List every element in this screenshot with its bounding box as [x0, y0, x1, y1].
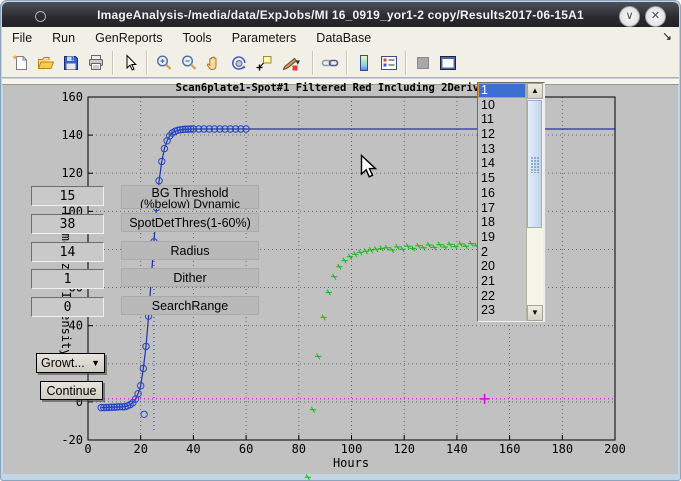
dither-label[interactable]: Dither: [121, 268, 259, 287]
print-icon: [87, 54, 105, 72]
scroll-down-arrow-icon[interactable]: ▼: [527, 305, 543, 321]
listbox-item[interactable]: 16: [478, 186, 526, 201]
disabled-square-icon: [414, 54, 432, 72]
toolbar: ▾: [2, 48, 679, 78]
window-title: ImageAnalysis-/media/data/ExpJobs/MI 16_…: [2, 8, 679, 22]
dock-figure-button[interactable]: [435, 50, 460, 76]
zoom-in-icon: [155, 54, 173, 72]
listbox-item[interactable]: 10: [478, 98, 526, 113]
link-icon: [321, 54, 339, 72]
brush-tool-button[interactable]: ▾: [276, 50, 308, 76]
scrollbar-grip: [531, 157, 540, 173]
spotdetthres-input[interactable]: [31, 214, 104, 234]
listbox-item[interactable]: 15: [478, 171, 526, 186]
pointer-tool-button[interactable]: [117, 50, 142, 76]
dock-figure-icon: [439, 54, 457, 72]
brush-dropdown-caret[interactable]: ▾: [296, 57, 304, 68]
close-button[interactable]: ✕: [645, 6, 666, 27]
data-cursor-button[interactable]: [251, 50, 276, 76]
scroll-up-arrow-icon[interactable]: ▲: [527, 83, 543, 99]
title-bar: ImageAnalysis-/media/data/ExpJobs/MI 16_…: [2, 2, 679, 27]
radius-label[interactable]: Radius: [121, 241, 259, 260]
listbox-items: 110111213141516171819220212223: [478, 83, 526, 321]
zoom-in-button[interactable]: [151, 50, 176, 76]
radius-input[interactable]: [31, 242, 104, 262]
data-cursor-icon: [255, 54, 273, 72]
menu-parameters[interactable]: Parameters: [222, 29, 307, 47]
legend-icon: [380, 54, 398, 72]
spot-listbox: 110111213141516171819220212223 ▲ ▼: [477, 82, 545, 322]
legend-button[interactable]: [376, 50, 401, 76]
searchrange-label-text: SearchRange: [152, 299, 228, 313]
pointer-icon: [121, 54, 139, 72]
listbox-item[interactable]: 23: [478, 303, 526, 318]
scrollbar-track[interactable]: [527, 99, 543, 305]
searchrange-label[interactable]: SearchRange: [121, 296, 259, 315]
open-folder-icon: [37, 54, 55, 72]
bg-threshold-label[interactable]: BG Threshold(%below) Dynamic: [121, 185, 259, 209]
listbox-item[interactable]: 11: [478, 112, 526, 127]
listbox-item[interactable]: 18: [478, 215, 526, 230]
listbox-item[interactable]: 14: [478, 156, 526, 171]
menu-database[interactable]: DataBase: [306, 29, 381, 47]
continue-button[interactable]: Continue: [40, 381, 103, 400]
rotate-3d-icon: [230, 54, 248, 72]
save-icon: [62, 54, 80, 72]
menu-genreports[interactable]: GenReports: [85, 29, 172, 47]
listbox-item[interactable]: 13: [478, 142, 526, 157]
scrollbar-thumb[interactable]: [527, 100, 542, 228]
listbox-item[interactable]: 21: [478, 274, 526, 289]
save-button[interactable]: [58, 50, 83, 76]
listbox-item[interactable]: 19: [478, 230, 526, 245]
colorbar-icon: [355, 54, 373, 72]
spotdetthres-label[interactable]: SpotDetThres(1-60%): [121, 213, 259, 232]
bg-threshold-input[interactable]: [31, 186, 104, 206]
searchrange-input[interactable]: [31, 297, 104, 317]
pan-tool-button[interactable]: [201, 50, 226, 76]
dither-input[interactable]: [31, 269, 104, 289]
rotate-3d-button[interactable]: [226, 50, 251, 76]
window-menu-icon[interactable]: [35, 11, 46, 22]
zoom-out-icon: [180, 54, 198, 72]
new-file-button[interactable]: [8, 50, 33, 76]
link-plots-button[interactable]: [317, 50, 342, 76]
print-button[interactable]: [83, 50, 108, 76]
menu-file[interactable]: File: [2, 29, 42, 47]
radius-label-text: Radius: [171, 244, 210, 258]
undock-arrow-icon[interactable]: ↘: [662, 29, 672, 43]
menu-run[interactable]: Run: [42, 29, 85, 47]
listbox-item[interactable]: 20: [478, 259, 526, 274]
figure-canvas: [3, 85, 678, 474]
bg-threshold-label-line2: (%below) Dynamic: [122, 198, 258, 209]
growth-dropdown-label: Growt...: [41, 356, 85, 370]
listbox-item[interactable]: 1: [478, 83, 526, 98]
menu-tools[interactable]: Tools: [173, 29, 222, 47]
growth-dropdown[interactable]: Growt... ▼: [36, 353, 105, 373]
listbox-item[interactable]: 12: [478, 127, 526, 142]
dropdown-arrow-icon: ▼: [91, 358, 100, 368]
listbox-scrollbar[interactable]: ▲ ▼: [526, 83, 544, 321]
listbox-item[interactable]: 17: [478, 201, 526, 216]
zoom-out-button[interactable]: [176, 50, 201, 76]
listbox-item[interactable]: 22: [478, 289, 526, 304]
colorbar-button[interactable]: [351, 50, 376, 76]
mouse-cursor-icon: [359, 154, 379, 180]
pan-hand-icon: [205, 54, 223, 72]
continue-button-label: Continue: [46, 384, 96, 398]
menu-bar: File Run GenReports Tools Parameters Dat…: [2, 27, 679, 49]
spotdetthres-label-text: SpotDetThres(1-60%): [129, 216, 251, 230]
shade-button[interactable]: ∨: [619, 6, 640, 27]
listbox-item[interactable]: 2: [478, 245, 526, 260]
dither-label-text: Dither: [173, 271, 206, 285]
new-file-icon: [12, 54, 30, 72]
app-window: ImageAnalysis-/media/data/ExpJobs/MI 16_…: [0, 0, 681, 481]
disabled-square-button: [410, 50, 435, 76]
open-file-button[interactable]: [33, 50, 58, 76]
